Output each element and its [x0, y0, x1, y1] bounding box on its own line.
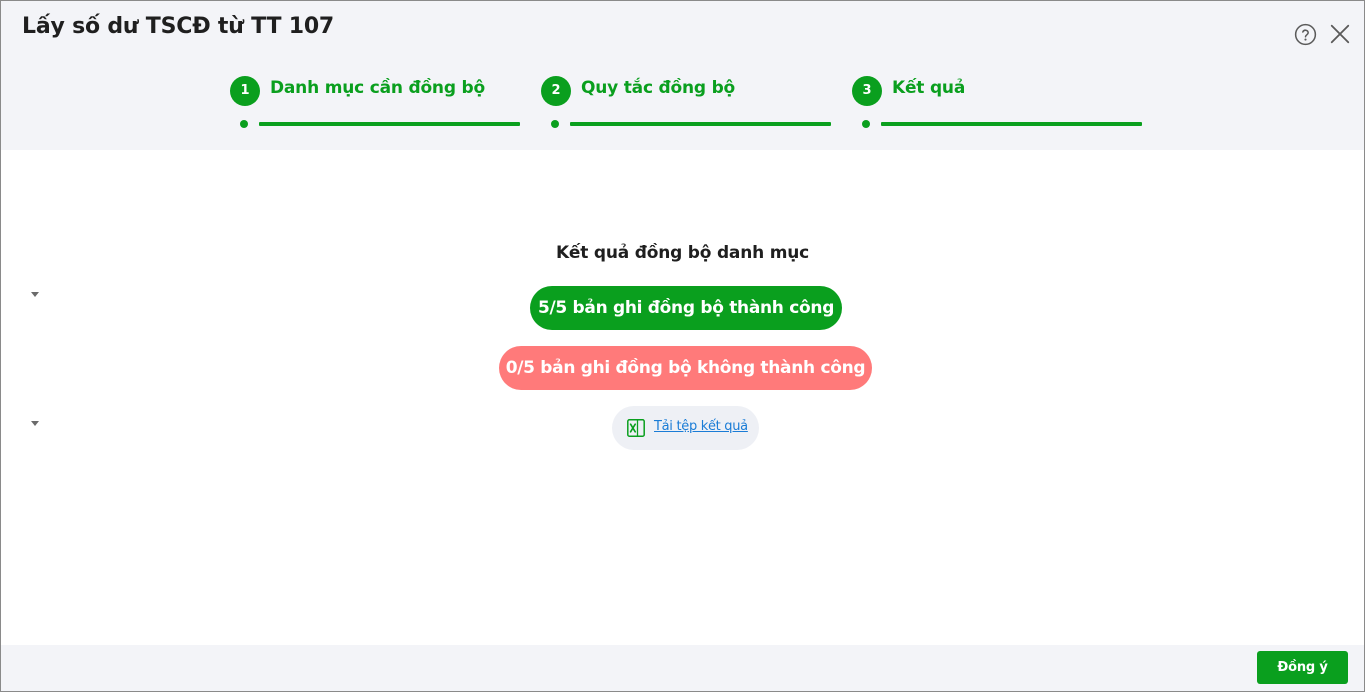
help-circle-icon[interactable] [1294, 23, 1317, 46]
step-progress-line [570, 122, 831, 126]
success-count-badge: 5/5 bản ghi đồng bộ thành công [530, 286, 842, 330]
step-number-badge: 3 [852, 76, 882, 106]
fail-count-badge: 0/5 bản ghi đồng bộ không thành công [499, 346, 872, 390]
dialog-title: Lấy số dư TSCĐ từ TT 107 [22, 14, 335, 39]
step-label: Kết quả [892, 78, 966, 98]
step-progress-line [881, 122, 1142, 126]
excel-file-icon [627, 419, 645, 437]
step-progress-line [259, 122, 520, 126]
ok-button[interactable]: Đồng ý [1257, 651, 1348, 684]
close-icon[interactable] [1329, 23, 1351, 45]
dialog-footer: Đồng ý [1, 645, 1364, 691]
step-1[interactable]: 1 Danh mục cần đồng bộ [230, 76, 530, 130]
sync-dialog: Lấy số dư TSCĐ từ TT 107 1 Danh mục cần … [0, 0, 1365, 692]
step-label: Quy tắc đồng bộ [581, 78, 736, 98]
step-3[interactable]: 3 Kết quả [852, 76, 1152, 130]
download-link[interactable]: Tải tệp kết quả [654, 419, 748, 434]
step-number-badge: 2 [541, 76, 571, 106]
step-dot [240, 120, 248, 128]
step-dot [862, 120, 870, 128]
step-number-badge: 1 [230, 76, 260, 106]
caret-down-icon[interactable] [31, 421, 39, 426]
step-2[interactable]: 2 Quy tắc đồng bộ [541, 76, 841, 130]
step-label: Danh mục cần đồng bộ [270, 78, 485, 98]
result-heading: Kết quả đồng bộ danh mục [555, 243, 810, 263]
dialog-header: Lấy số dư TSCĐ từ TT 107 1 Danh mục cần … [1, 1, 1364, 150]
download-result-button[interactable]: Tải tệp kết quả [612, 406, 759, 450]
step-dot [551, 120, 559, 128]
caret-down-icon[interactable] [31, 292, 39, 297]
